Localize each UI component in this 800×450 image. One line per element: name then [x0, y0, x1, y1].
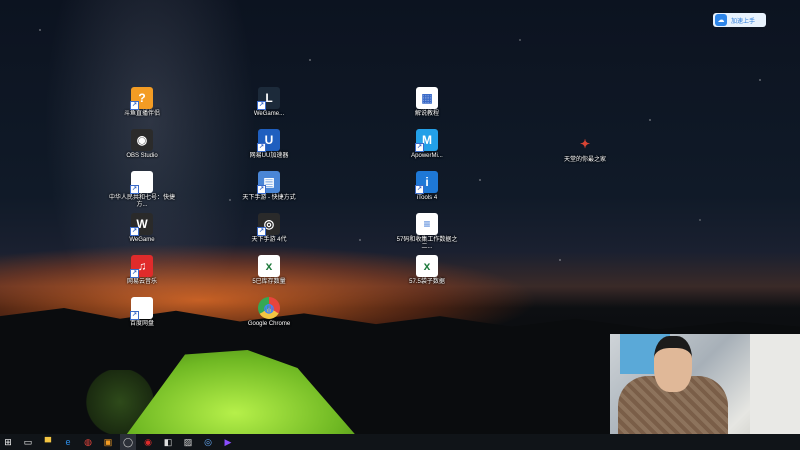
desktop-icon-itools[interactable]: i ↗ iTools 4 — [392, 171, 462, 202]
wegame-icon: W ↗ — [130, 213, 153, 236]
desktop-icon-doc1[interactable]: ▣ ↗ 中华人民共和七号：快捷方... — [107, 171, 177, 209]
excel-file-icon: x — [416, 255, 438, 277]
desktop-icon-baidu-netdisk[interactable]: ☁ ↗ 百度网盘 — [107, 297, 177, 328]
desktop-icon-file1[interactable]: ≡ 57码和收集工作数据之二... — [392, 213, 462, 251]
zhibo-icon: ? ↗ — [130, 87, 153, 110]
chrome-icon: ◍ — [258, 297, 280, 319]
shortcut-icon: ▤ ↗ — [257, 171, 280, 194]
desktop-icon-app3[interactable]: ◎ ↗ 天下手游 4代 — [234, 213, 304, 244]
uu-accelerator-icon: U ↗ — [257, 129, 280, 152]
document-icon: ▣ ↗ — [130, 171, 153, 194]
webcam-overlay — [610, 334, 800, 450]
cloud-icon: ☁ — [715, 14, 727, 26]
desktop-icon-lol[interactable]: L ↗ WeGame... — [234, 87, 304, 118]
folder-icon: ▦ — [416, 87, 438, 109]
baidu-netdisk-button[interactable]: ☁ 加速上手 — [713, 13, 766, 27]
desktop-icon-netease-music[interactable]: ♫ ↗ 网易云音乐 — [107, 255, 177, 286]
game-icon: ◎ ↗ — [257, 213, 280, 236]
apowermirror-icon: M ↗ — [415, 129, 438, 152]
baidu-netdisk-icon: ☁ ↗ — [130, 297, 153, 320]
taskbar-explorer[interactable]: ▀ — [40, 434, 56, 450]
taskbar-app2[interactable]: ▨ — [180, 434, 196, 450]
desktop-icon-chrome[interactable]: ◍ Google Chrome — [234, 297, 304, 328]
desktop-icon-excel2[interactable]: x 57.5袋子数据 — [392, 255, 462, 286]
taskbar-app4[interactable]: ▶ — [220, 434, 236, 450]
taskbar-chrome[interactable]: ◍ — [80, 434, 96, 450]
game-shortcut-icon: ✦ — [579, 137, 591, 151]
taskbar-edge[interactable]: e — [60, 434, 76, 450]
taskbar-app1[interactable]: ◧ — [160, 434, 176, 450]
netease-music-icon: ♫ ↗ — [130, 255, 153, 278]
taskbar: ⊞ ▭ ▀ e ◍ ▣ ◯ ◉ ◧ ▨ ◎ ▶ — [0, 434, 800, 450]
person-head — [654, 336, 692, 392]
taskbar-netease[interactable]: ◉ — [140, 434, 156, 450]
obs-icon: ◉ — [131, 129, 153, 151]
desktop-icon-recycle[interactable]: ▦ 解说教程 — [392, 87, 462, 118]
desktop-icon-uu[interactable]: U ↗ 网易UU加速器 — [234, 129, 304, 160]
desktop-icon-wegame[interactable]: W ↗ WeGame — [107, 213, 177, 244]
lol-icon: L ↗ — [257, 87, 280, 110]
desktop-icon-zhibo[interactable]: ? ↗ 斗鱼直播伴侣 — [107, 87, 177, 118]
start-button[interactable]: ⊞ — [0, 434, 16, 450]
taskbar-app3[interactable]: ◎ — [200, 434, 216, 450]
desktop-icon-obs[interactable]: ◉ OBS Studio — [107, 129, 177, 160]
desktop-icon-app2[interactable]: ▤ ↗ 天下手游 - 快捷方式 — [234, 171, 304, 202]
desktop-icon-game[interactable]: ✦ 天堂的你最之家 — [550, 133, 620, 164]
itools-icon: i ↗ — [415, 171, 438, 194]
desktop-icon-apower[interactable]: M ↗ ApowerMi... — [392, 129, 462, 160]
excel-file-icon: x — [258, 255, 280, 277]
taskbar-obs[interactable]: ◯ — [120, 434, 136, 450]
task-view-button[interactable]: ▭ — [20, 434, 36, 450]
desktop-icon-excel1[interactable]: x 5已库存数量 — [234, 255, 304, 286]
word-file-icon: ≡ — [416, 213, 438, 235]
background-appliance — [750, 334, 800, 450]
taskbar-zhibo[interactable]: ▣ — [100, 434, 116, 450]
